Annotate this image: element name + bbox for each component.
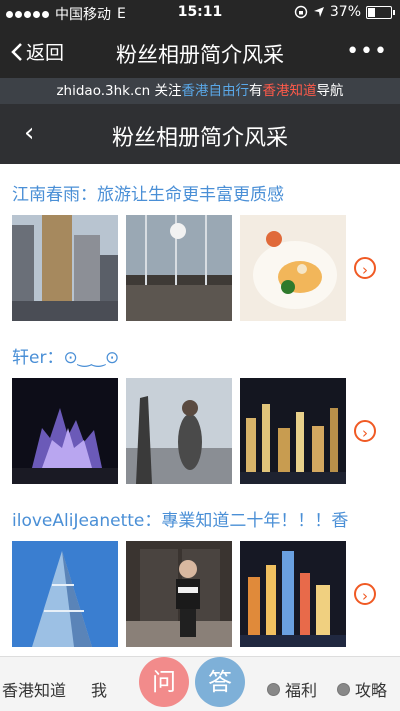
- guide-icon: [337, 682, 350, 696]
- answer-button[interactable]: 答: [195, 657, 245, 707]
- nav-title: 粉丝相册简介风采: [116, 43, 284, 67]
- album-photo[interactable]: [12, 378, 118, 484]
- tab-hk-zhidao[interactable]: 香港知道: [2, 677, 66, 701]
- album-section: iloveAliJeanette：專業知道二十年！！！香 ›: [0, 490, 400, 653]
- album-photo[interactable]: [240, 378, 346, 484]
- banner-text-2: 有: [249, 83, 263, 99]
- album-photo[interactable]: [126, 541, 232, 647]
- album-photo[interactable]: [12, 541, 118, 647]
- album-header[interactable]: 江南春雨：旅游让生命更丰富更质感: [12, 180, 400, 205]
- album-photo[interactable]: [240, 215, 346, 321]
- album-header[interactable]: iloveAliJeanette：專業知道二十年！！！香: [12, 506, 400, 531]
- tab-welfare-label: 福利: [285, 681, 318, 700]
- more-photos-arrow-icon[interactable]: ›: [354, 583, 376, 605]
- album-photo[interactable]: [240, 541, 346, 647]
- tab-guide[interactable]: 攻略: [337, 677, 387, 701]
- page-title: 粉丝相册简介风采: [111, 126, 288, 151]
- banner-text-1: zhidao.3hk.cn 关注: [56, 83, 182, 99]
- page-header: ‹ 粉丝相册简介风采: [0, 104, 400, 164]
- banner-text-3: 导航: [316, 83, 344, 99]
- more-photos-arrow-icon[interactable]: ›: [354, 420, 376, 442]
- ask-button[interactable]: 问: [139, 657, 189, 707]
- location-icon: [313, 7, 324, 17]
- photo-row: [12, 541, 346, 647]
- tab-guide-label: 攻略: [355, 681, 388, 700]
- bottom-tab-bar: 香港知道 我 问 答 福利 攻略: [0, 656, 400, 711]
- status-right: 37%: [294, 4, 395, 20]
- album-header[interactable]: 轩er：⊙‿‿⊙: [12, 343, 400, 368]
- more-photos-arrow-icon[interactable]: ›: [354, 257, 376, 279]
- album-photo[interactable]: [126, 215, 232, 321]
- status-bar: 中国移动 E 15:11 37%: [0, 0, 400, 26]
- banner-link-free-travel[interactable]: 香港自由行: [182, 83, 250, 99]
- nav-bar: 返回 粉丝相册简介风采 •••: [0, 26, 400, 78]
- tab-me[interactable]: 我: [91, 677, 107, 701]
- photo-row: [12, 215, 346, 321]
- battery-percent: 37%: [329, 4, 361, 20]
- battery-icon: [366, 5, 395, 19]
- album-photo[interactable]: [126, 378, 232, 484]
- banner-link-hk-zhidao[interactable]: 香港知道: [263, 83, 317, 99]
- photo-row: [12, 378, 346, 484]
- tab-welfare[interactable]: 福利: [267, 677, 317, 701]
- album-list: 江南春雨：旅游让生命更丰富更质感 › 轩er：⊙‿‿⊙ › iloveAliJe…: [0, 164, 400, 653]
- album-section: 轩er：⊙‿‿⊙ ›: [0, 327, 400, 490]
- more-button[interactable]: •••: [346, 39, 388, 64]
- album-section: 江南春雨：旅游让生命更丰富更质感 ›: [0, 164, 400, 327]
- welfare-icon: [267, 682, 280, 696]
- rotation-lock-icon: [294, 5, 308, 19]
- album-photo[interactable]: [12, 215, 118, 321]
- info-banner: zhidao.3hk.cn 关注香港自由行有香港知道导航: [0, 78, 400, 104]
